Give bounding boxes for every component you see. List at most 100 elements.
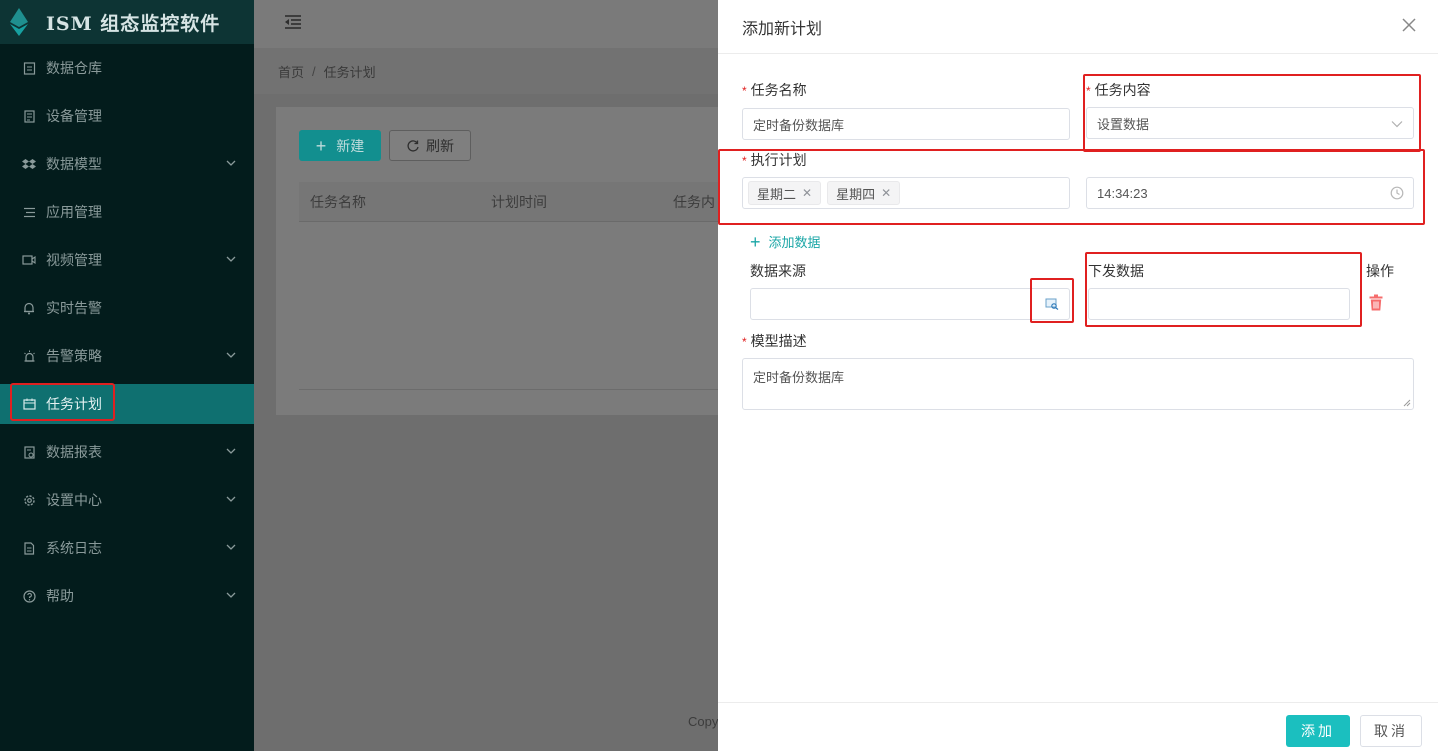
sidebar-item-app-management[interactable]: 应用管理 [0,192,254,232]
list-icon [22,205,36,219]
sidebar-item-system-log[interactable]: 系统日志 [0,528,254,568]
breadcrumb-home[interactable]: 首页 [278,62,304,81]
column-header: 任务名称 [310,193,366,210]
sidebar-item-realtime-alarm[interactable]: 实时告警 [0,288,254,328]
brand: ISM 组态监控软件 [0,0,254,44]
report-icon [22,445,36,459]
resize-handle-icon[interactable] [1403,399,1411,407]
required-mark: * [1086,84,1091,98]
log-icon [22,541,36,555]
sidebar-item-help[interactable]: 帮助 [0,576,254,616]
new-button-label: 新建 [336,137,365,154]
main-content-overlay[interactable]: 首页 / 任务计划 + 新建 刷新 任务名称 计划时间 任务内 Copy [254,0,718,751]
task-content-label: * 任务内容 [1086,80,1151,100]
plus-icon: + [315,135,327,156]
sidebar-item-data-warehouse[interactable]: 数据仓库 [0,48,254,88]
schedule-label-text: 执行计划 [750,152,807,168]
sidebar-item-video-management[interactable]: 视频管理 [0,240,254,280]
time-picker[interactable]: 14:34:23 [1086,177,1414,209]
sidebar-item-label: 视频管理 [46,252,102,268]
operation-label: 操作 [1366,263,1394,279]
description-textarea[interactable]: 定时备份数据库 [742,358,1414,410]
bell-icon [22,301,36,315]
chevron-down-icon [226,592,236,598]
chevron-down-icon [226,544,236,550]
chevron-down-icon [226,448,236,454]
column-header: 计划时间 [491,193,547,210]
breadcrumb: 首页 / 任务计划 [254,48,718,94]
time-value: 14:34:23 [1097,185,1148,201]
menu-fold-icon[interactable] [284,14,302,30]
add-button[interactable]: 添加 [1286,715,1350,747]
task-table-card: + 新建 刷新 任务名称 计划时间 任务内 [276,107,718,415]
refresh-icon [407,139,419,152]
sidebar-item-label: 系统日志 [46,540,102,556]
app-title: ISM 组态监控软件 [46,12,221,35]
select-source-icon[interactable] [1045,298,1059,310]
sidebar-item-label: 告警策略 [46,348,102,364]
cancel-button[interactable]: 取消 [1360,715,1422,747]
refresh-button-label: 刷新 [426,137,454,154]
task-content-select[interactable]: 设置数据 [1086,107,1414,139]
sidebar-item-device-management[interactable]: 设备管理 [0,96,254,136]
sidebar: ISM 组态监控软件 数据仓库 设备管理 数据模型 应用管理 视频管理 实时告警… [0,0,254,751]
chevron-down-icon [1391,121,1403,128]
task-name-input[interactable]: 定时备份数据库 [742,108,1070,140]
close-icon[interactable] [1402,18,1416,32]
alarm-icon [22,349,36,363]
breadcrumb-separator: / [312,63,316,79]
plus-icon: + [750,231,761,252]
tag-close-icon[interactable]: ✕ [802,186,812,200]
sidebar-item-data-model[interactable]: 数据模型 [0,144,254,184]
copyright-text: Copy [688,714,719,729]
required-mark: * [742,84,747,98]
sidebar-item-label: 设备管理 [46,108,102,124]
tag-close-icon[interactable]: ✕ [881,186,891,200]
description-label-text: 模型描述 [750,333,807,349]
data-source-input[interactable] [750,288,1070,320]
issue-data-input[interactable] [1088,288,1350,320]
data-source-label: 数据来源 [750,263,806,279]
drawer-footer: 添加 取消 [718,702,1438,751]
sidebar-item-label: 数据仓库 [46,60,102,76]
column-header: 任务内 [673,193,715,210]
chevron-down-icon [226,256,236,262]
add-data-button[interactable]: + 添加数据 [750,232,821,251]
task-name-label-text: 任务名称 [750,82,807,98]
sidebar-item-settings[interactable]: 设置中心 [0,480,254,520]
database-icon [22,61,36,75]
task-name-label: * 任务名称 [742,80,807,100]
table-bottom-divider [299,389,718,390]
drawer-header: 添加新计划 [718,0,1438,54]
delete-icon[interactable] [1369,294,1383,311]
sidebar-item-alarm-policy[interactable]: 告警策略 [0,336,254,376]
refresh-button[interactable]: 刷新 [389,130,471,161]
table-header: 任务名称 计划时间 任务内 [299,182,718,222]
highlight-box-task-plan [10,383,115,421]
description-value: 定时备份数据库 [753,370,845,385]
new-button[interactable]: + 新建 [299,130,381,161]
task-content-label-text: 任务内容 [1094,82,1151,98]
chevron-down-icon [226,160,236,166]
schedule-label: * 执行计划 [742,150,807,170]
chevron-down-icon [226,352,236,358]
add-plan-drawer: 添加新计划 * 任务名称 定时备份数据库 * 任务内容 设置数据 * 执行计划 星期二… [718,0,1438,751]
logo-icon [10,8,28,36]
sidebar-item-label: 帮助 [46,588,74,604]
breadcrumb-current: 任务计划 [323,64,376,80]
dropbox-icon [22,157,36,171]
help-icon [22,589,36,603]
weekday-tag-label: 星期四 [836,186,876,202]
weekday-multiselect[interactable]: 星期二 ✕ 星期四 ✕ [742,177,1070,209]
sidebar-item-data-report[interactable]: 数据报表 [0,432,254,472]
sidebar-item-label: 数据报表 [46,444,102,460]
task-content-value: 设置数据 [1097,116,1150,132]
weekday-tag: 星期四 ✕ [827,181,901,205]
sidebar-item-label: 设置中心 [46,492,102,508]
description-label: * 模型描述 [742,331,807,351]
issue-data-label: 下发数据 [1088,263,1144,279]
required-mark: * [742,335,747,349]
device-icon [22,109,36,123]
top-bar [254,0,718,48]
sidebar-item-label: 实时告警 [46,300,102,316]
